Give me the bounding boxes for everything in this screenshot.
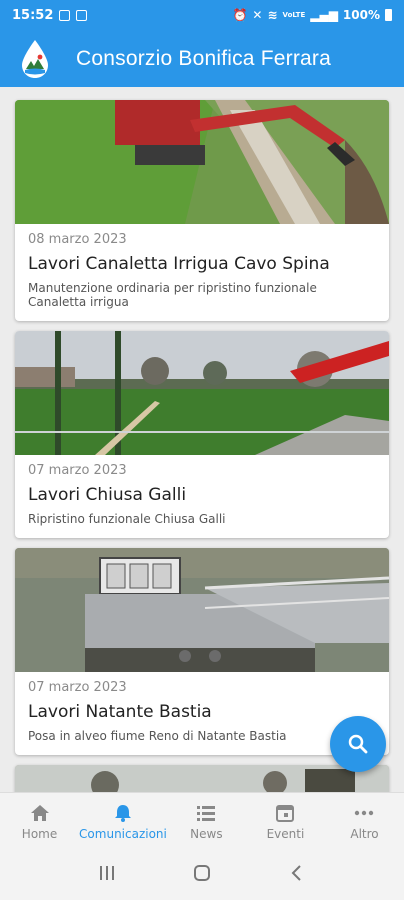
news-card-title: Lavori Chiusa Galli — [28, 485, 187, 505]
alarm-icon: ⏰ — [232, 8, 248, 22]
news-card[interactable]: 08 marzo 2023 Lavori Canaletta Irrigua C… — [15, 100, 389, 321]
news-card[interactable]: 07 marzo 2023 Lavori Natante Bastia Posa… — [15, 548, 389, 755]
back-button[interactable] — [287, 864, 307, 886]
gallery-icon — [76, 9, 88, 21]
status-bar: 15:52 ⏰ ✕ ≋ VoLTE ▂▄▆ 100% — [0, 0, 404, 30]
recents-button[interactable] — [97, 864, 117, 886]
signal-icon: ▂▄▆ — [310, 8, 338, 22]
recents-icon — [100, 866, 115, 880]
more-icon — [355, 810, 374, 815]
news-card-image — [15, 765, 389, 792]
calendar-icon — [276, 804, 295, 822]
news-card-image — [15, 100, 389, 224]
home-icon — [30, 804, 49, 821]
news-card-image — [15, 548, 389, 672]
news-card-date: 08 marzo 2023 — [28, 232, 127, 247]
app-logo — [20, 39, 50, 79]
wifi-icon: ≋ — [267, 8, 278, 22]
system-navigation — [0, 850, 404, 900]
status-time: 15:52 — [12, 7, 54, 23]
news-card-date: 07 marzo 2023 — [28, 463, 127, 478]
app-title: Consorzio Bonifica Ferrara — [76, 46, 331, 70]
news-card-title: Lavori Canaletta Irrigua Cavo Spina — [28, 254, 330, 274]
battery-level: 100% — [342, 8, 380, 22]
signal-text: VoLTE — [282, 11, 306, 19]
nav-item-news[interactable]: News — [167, 793, 246, 850]
search-button[interactable] — [330, 716, 386, 772]
list-icon — [197, 805, 216, 821]
nav-item-comunicazioni[interactable]: Comunicazioni — [79, 793, 167, 850]
home-square-icon — [193, 865, 210, 881]
news-card-image — [15, 331, 389, 455]
nav-label-news: News — [190, 826, 223, 841]
nav-label-comunicazioni: Comunicazioni — [79, 826, 167, 841]
bottom-navigation: Home Comunicazioni News Eventi Altro — [0, 792, 404, 850]
news-card-description: Manutenzione ordinaria per ripristino fu… — [28, 281, 317, 309]
nav-label-eventi: Eventi — [266, 826, 305, 841]
news-card-title: Lavori Natante Bastia — [28, 702, 212, 722]
back-icon — [291, 865, 301, 881]
search-icon — [348, 734, 368, 754]
bell-icon — [114, 804, 131, 822]
mute-icon: ✕ — [252, 8, 263, 22]
nav-item-altro[interactable]: Altro — [325, 793, 404, 850]
nav-item-home[interactable]: Home — [0, 793, 79, 850]
nav-label-home: Home — [21, 826, 58, 841]
news-card-description: Posa in alveo fiume Reno di Natante Bast… — [28, 729, 287, 743]
home-nav-button[interactable] — [192, 864, 212, 886]
news-list[interactable]: 08 marzo 2023 Lavori Canaletta Irrigua C… — [0, 87, 404, 792]
news-card-date: 07 marzo 2023 — [28, 680, 127, 695]
news-card[interactable]: 07 marzo 2023 Lavori Chiusa Galli Ripris… — [15, 331, 389, 538]
app-bar: Consorzio Bonifica Ferrara — [0, 30, 404, 87]
nav-label-altro: Altro — [350, 826, 379, 841]
notification-icon — [59, 9, 71, 21]
battery-icon — [385, 9, 392, 21]
news-card-description: Ripristino funzionale Chiusa Galli — [28, 512, 226, 526]
nav-item-eventi[interactable]: Eventi — [246, 793, 325, 850]
news-card[interactable] — [15, 765, 389, 792]
